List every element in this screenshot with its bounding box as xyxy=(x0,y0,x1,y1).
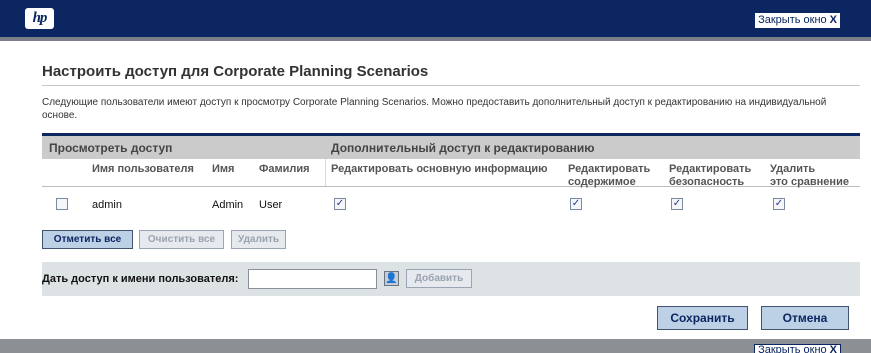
edit-content-checkbox[interactable]: ✓ xyxy=(570,198,582,210)
col-last-name: Фамилия xyxy=(259,163,310,175)
header-divider xyxy=(325,159,326,186)
close-window-button-bottom[interactable]: Закрыть окно X xyxy=(754,344,841,353)
title-divider xyxy=(42,85,860,86)
row-select-checkbox[interactable] xyxy=(56,198,68,210)
close-window-label: Закрыть окно xyxy=(758,344,827,353)
grant-access-label: Дать доступ к имени пользователя: xyxy=(42,273,239,285)
footer-bar xyxy=(0,339,871,353)
cancel-button[interactable]: Отмена xyxy=(761,306,849,330)
close-window-button-top[interactable]: Закрыть окно X xyxy=(754,12,841,29)
table-row: admin Admin User ✓ ✓ ✓ ✓ xyxy=(42,187,860,215)
cell-username: admin xyxy=(92,199,122,211)
page-description: Следующие пользователи имеют доступ к пр… xyxy=(42,97,827,121)
group-header-edit-access: Дополнительный доступ к редактированию xyxy=(331,141,595,155)
col-edit-security: Редактировать безопасность xyxy=(669,163,752,188)
access-grid: Просмотреть доступ Дополнительный доступ… xyxy=(42,133,860,215)
hp-logo: hp xyxy=(25,8,54,29)
user-picker-icon[interactable]: 👤 xyxy=(384,271,399,286)
edit-security-checkbox[interactable]: ✓ xyxy=(671,198,683,210)
grid-column-header: Имя пользователя Имя Фамилия Редактирова… xyxy=(42,159,860,188)
close-window-label: Закрыть окно xyxy=(758,14,827,26)
col-edit-content: Редактировать содержимое xyxy=(568,163,651,188)
cell-last-name: User xyxy=(259,199,283,211)
save-button[interactable]: Сохранить xyxy=(657,306,748,330)
col-edit-basic: Редактировать основную информацию xyxy=(331,163,548,175)
remove-button[interactable]: Удалить xyxy=(231,230,286,249)
grid-group-header: Просмотреть доступ Дополнительный доступ… xyxy=(42,136,860,159)
clear-all-button[interactable]: Очистить все xyxy=(139,230,224,249)
col-first-name: Имя xyxy=(212,163,235,175)
grant-access-bar: Дать доступ к имени пользователя: 👤 Доба… xyxy=(42,262,860,296)
select-all-button[interactable]: Отметить все xyxy=(42,230,133,249)
edit-basic-checkbox[interactable]: ✓ xyxy=(334,198,346,210)
username-input[interactable] xyxy=(248,269,377,289)
page-title: Настроить доступ для Corporate Planning … xyxy=(42,63,429,80)
close-icon: X xyxy=(829,14,837,26)
close-icon: X xyxy=(829,344,837,353)
cell-first-name: Admin xyxy=(212,199,244,211)
col-username: Имя пользователя xyxy=(92,163,194,175)
delete-checkbox[interactable]: ✓ xyxy=(773,198,785,210)
group-header-view-access: Просмотреть доступ xyxy=(49,141,173,155)
add-button[interactable]: Добавить xyxy=(406,269,472,288)
header-bar: hp Закрыть окно X xyxy=(0,0,871,41)
col-delete: Удалить это сравнение xyxy=(770,163,849,188)
